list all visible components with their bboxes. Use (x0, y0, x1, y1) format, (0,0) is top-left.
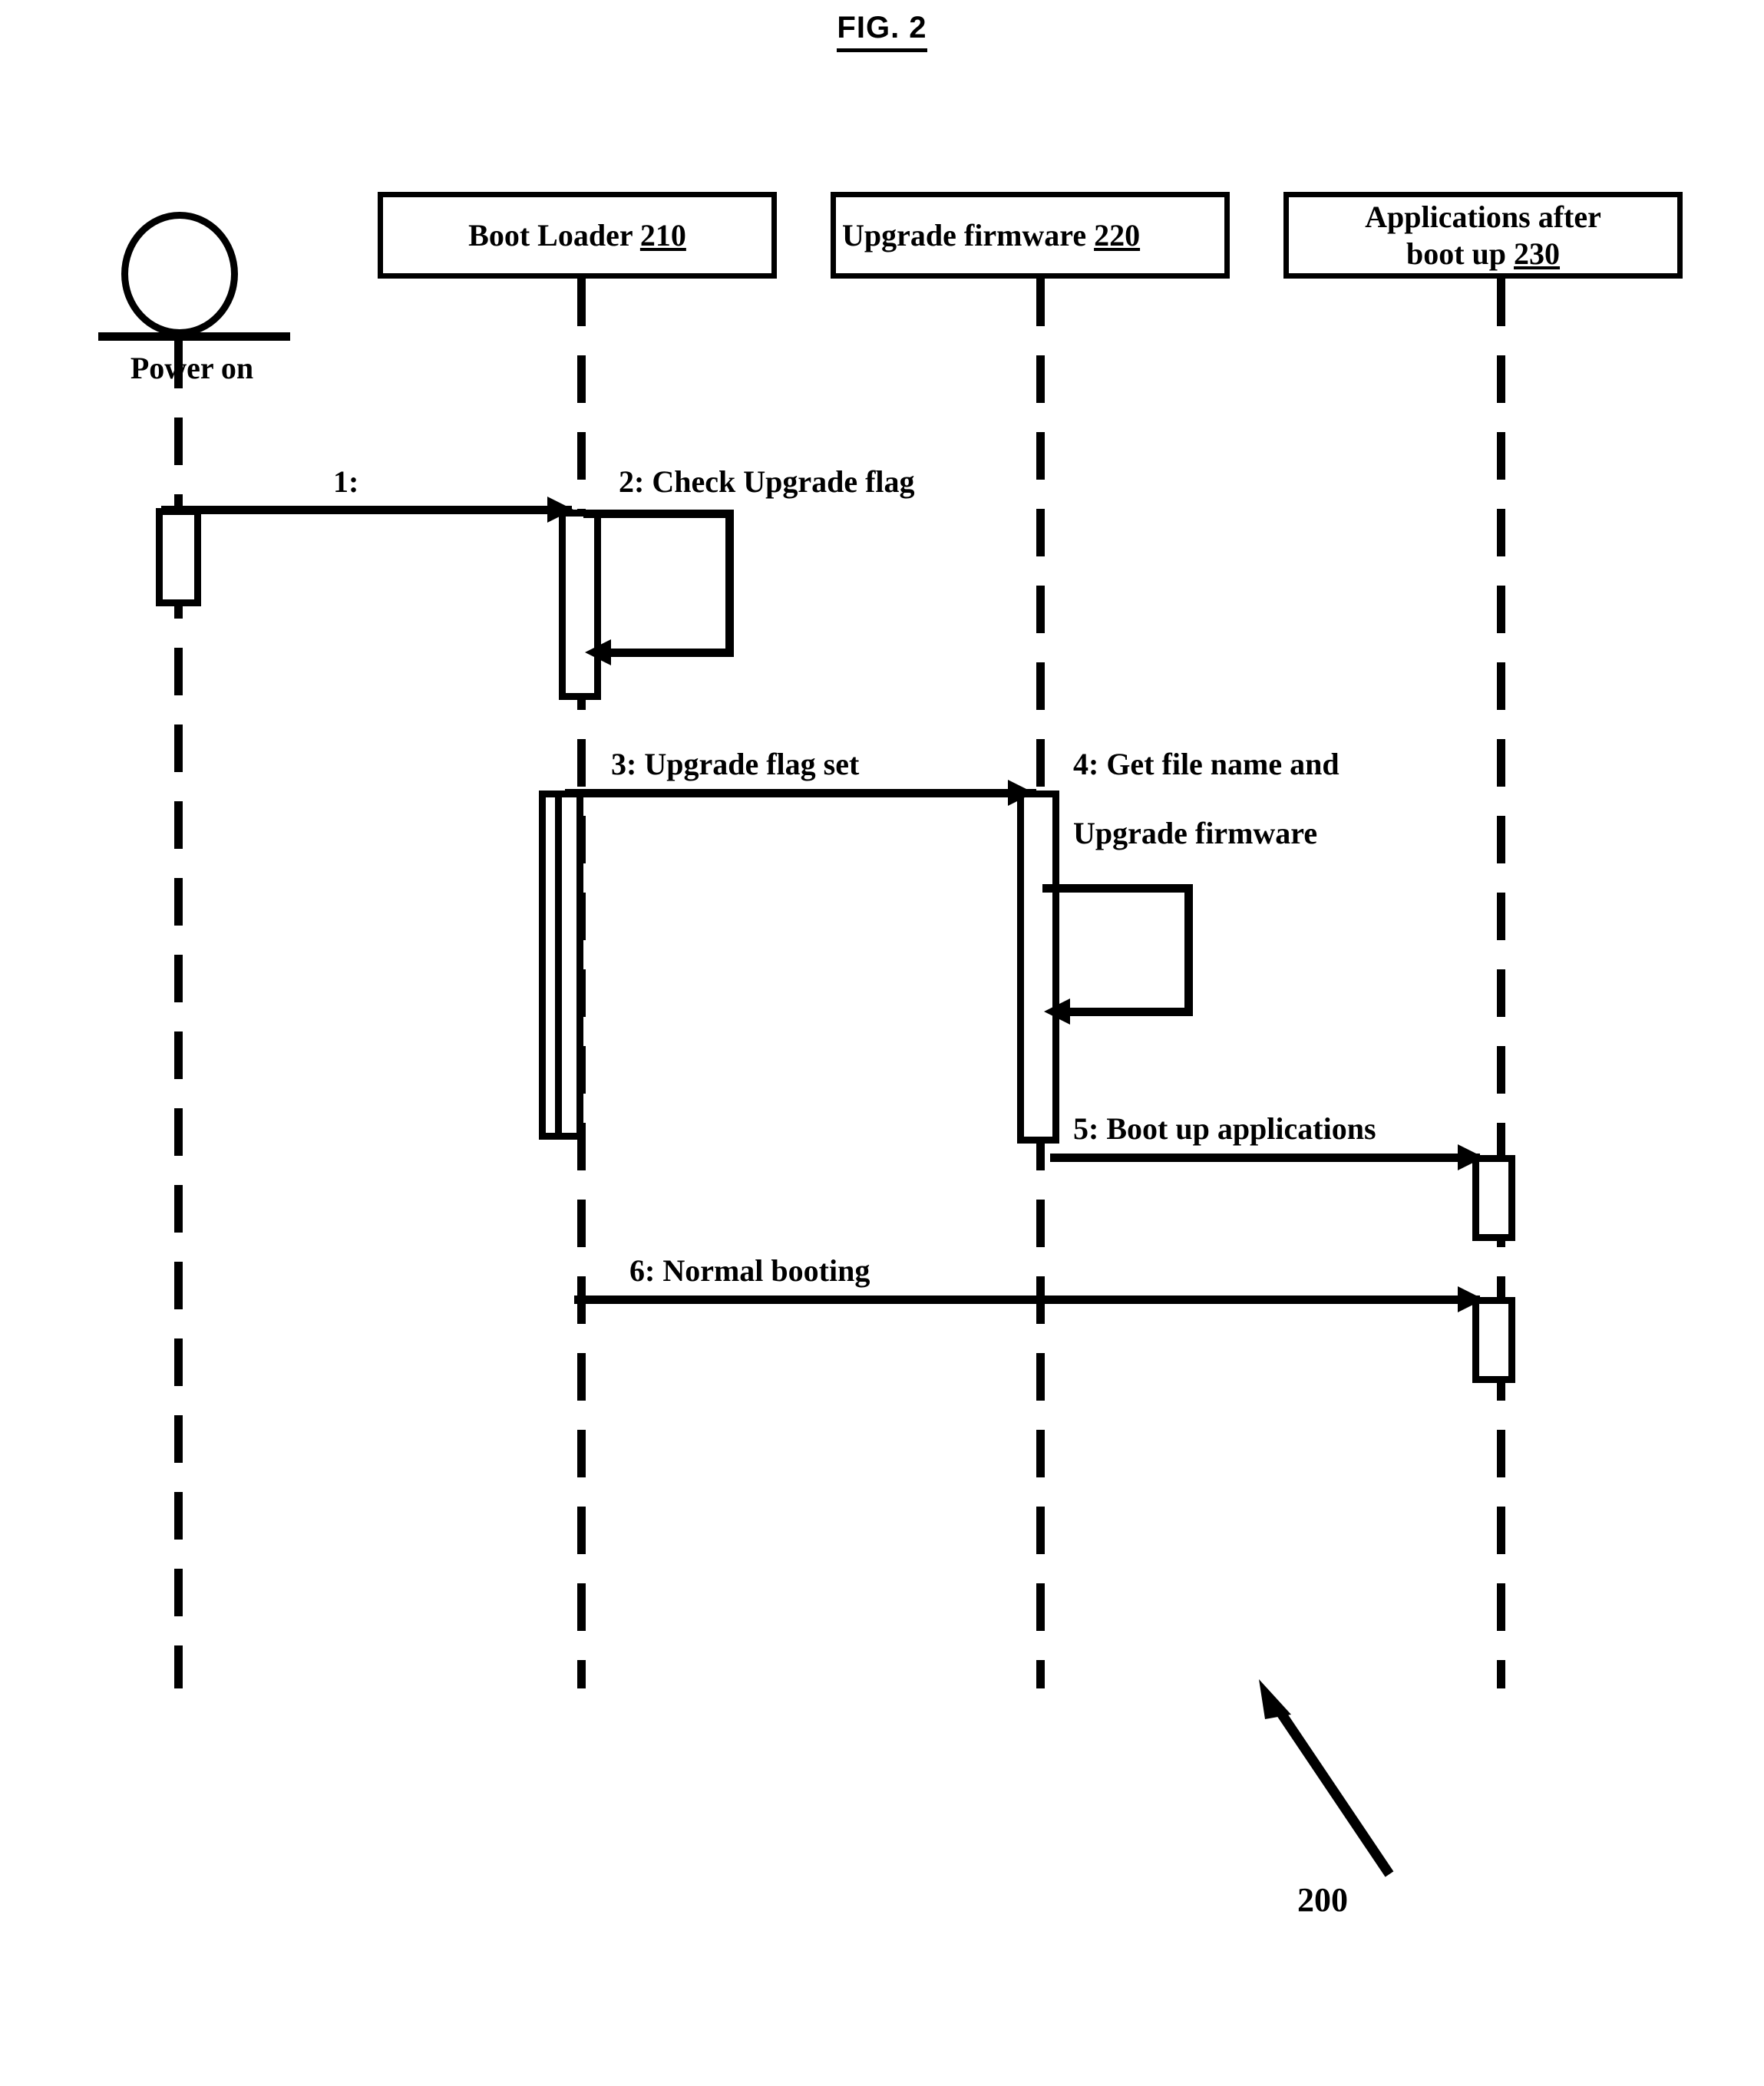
power-on-label: Power on (130, 351, 254, 385)
upgrade-firmware-ref: 220 (1094, 217, 1141, 252)
message-3-label: 3: Upgrade flag set (611, 747, 860, 781)
boot-loader-name: Boot Loader (468, 217, 640, 252)
message-5-line (1050, 1154, 1480, 1162)
lifeline-header-applications: Applications after boot up 230 (1283, 192, 1683, 279)
lifeline-header-boot-loader: Boot Loader 210 (378, 192, 777, 279)
message-2-arrowhead (585, 639, 611, 665)
message-1-label: 1: (333, 464, 359, 499)
lifeline-header-upgrade-firmware-text: Upgrade firmware 220 (842, 217, 1140, 253)
message-1-line (161, 506, 572, 514)
message-4-loop-bottom (1065, 1008, 1193, 1016)
lifeline-header-upgrade-firmware: Upgrade firmware 220 (831, 192, 1230, 279)
message-6-arrowhead (1458, 1286, 1484, 1312)
message-4-loop-top (1042, 884, 1193, 893)
activation-bar-boot-loader-main-inner (555, 791, 583, 1140)
message-6-label: 6: Normal booting (629, 1253, 870, 1288)
message-6-line (574, 1295, 1480, 1304)
applications-name-line2: boot up (1406, 236, 1515, 271)
applications-name-line1: Applications after (1365, 200, 1601, 235)
lifeline-applications (1497, 279, 1505, 1688)
power-on-actor-icon (121, 212, 238, 336)
applications-ref: 230 (1514, 236, 1561, 271)
upgrade-firmware-name: Upgrade firmware (842, 217, 1095, 252)
message-3-arrowhead (1008, 780, 1034, 806)
message-5-arrowhead (1458, 1144, 1484, 1170)
activation-bar-boot-loader-check (559, 510, 601, 700)
message-2-label: 2: Check Upgrade flag (619, 464, 915, 499)
message-2-loop-top (583, 510, 734, 518)
reference-number-200: 200 (1297, 1881, 1348, 1919)
sequence-diagram-canvas: Power on Boot Loader 210 Upgrade firmwar… (0, 0, 1764, 2086)
message-4-label-line2: Upgrade firmware (1073, 816, 1318, 850)
activation-bar-power-on (156, 508, 201, 606)
power-on-actor-base (98, 332, 290, 341)
reference-callout-arrow (1259, 1679, 1394, 1877)
message-4-loop-right (1184, 884, 1193, 1016)
message-1-arrowhead (547, 497, 573, 523)
activation-bar-upgrade-firmware (1017, 791, 1059, 1144)
boot-loader-ref: 210 (639, 217, 686, 252)
message-4-arrowhead (1044, 998, 1070, 1025)
message-2-loop-bottom (606, 649, 734, 657)
message-4-label-line1: 4: Get file name and (1073, 747, 1340, 781)
lifeline-header-applications-text: Applications after boot up 230 (1365, 199, 1601, 271)
message-3-line (565, 789, 1036, 797)
message-5-label: 5: Boot up applications (1073, 1111, 1376, 1146)
lifeline-header-boot-loader-text: Boot Loader 210 (468, 217, 686, 253)
message-2-loop-right (725, 510, 734, 657)
